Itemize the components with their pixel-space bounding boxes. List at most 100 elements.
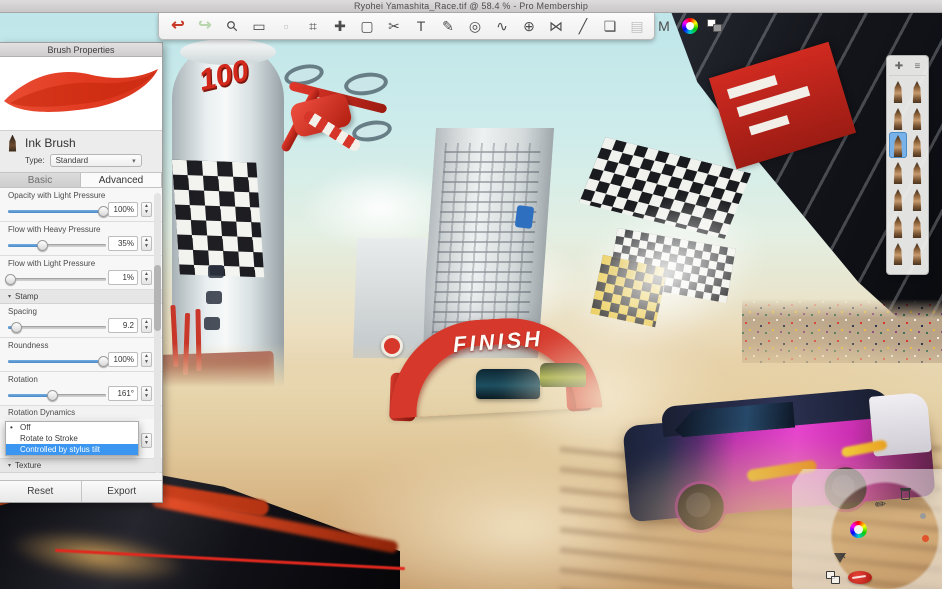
stepper[interactable]: ▲ ▼ bbox=[141, 270, 152, 285]
copic-logo[interactable] bbox=[848, 571, 872, 584]
reset-button[interactable]: Reset bbox=[0, 481, 82, 502]
brush-properties-panel: Brush Properties Ink Brush Type: Standar… bbox=[0, 42, 163, 503]
painting-shape bbox=[381, 335, 403, 357]
brush-thumbnail[interactable] bbox=[908, 159, 926, 185]
current-option-marker: • bbox=[10, 423, 13, 432]
brush-tip-image bbox=[893, 189, 903, 211]
brush-thumbnail[interactable] bbox=[908, 186, 926, 212]
tab-advanced[interactable]: Advanced bbox=[81, 173, 162, 187]
export-button[interactable]: Export bbox=[82, 481, 163, 502]
brush-tip-image bbox=[912, 243, 922, 265]
brush-tip-image bbox=[893, 162, 903, 184]
slider-row: Flow with Light Pressure 1% ▲ ▼ bbox=[0, 256, 162, 290]
opacity-light-pressure-slider[interactable] bbox=[8, 206, 110, 217]
brush-thumbnail[interactable] bbox=[889, 240, 907, 266]
undo-icon[interactable]: ↩ bbox=[169, 18, 187, 34]
ellipse-guide-icon[interactable]: ◎ bbox=[466, 19, 484, 33]
brush-tip-image bbox=[893, 108, 903, 130]
brushes-icon[interactable]: M bbox=[655, 19, 673, 33]
transform-icon[interactable]: ▫ bbox=[277, 19, 295, 33]
painting-shape bbox=[208, 265, 224, 278]
brush-tip-image bbox=[912, 135, 922, 157]
window-title: Ryohei Yamashita_Race.tif @ 58.4 % - Pro… bbox=[353, 1, 589, 11]
value-box[interactable]: 100% bbox=[108, 352, 138, 367]
brush-thumbnail[interactable] bbox=[889, 78, 907, 104]
section-texture[interactable]: ▾ Texture bbox=[0, 459, 162, 473]
dropdown-option-controlled-by-stylus-tilt[interactable]: Controlled by stylus tilt bbox=[6, 444, 138, 455]
brush-thumbnail[interactable] bbox=[889, 132, 907, 158]
stepper[interactable]: ▲ ▼ bbox=[141, 433, 152, 448]
value-box[interactable]: 161° bbox=[108, 386, 138, 401]
stepper[interactable]: ▲ ▼ bbox=[141, 386, 152, 401]
distort-icon[interactable]: ⊕ bbox=[520, 19, 538, 33]
painting-shape bbox=[171, 159, 265, 278]
brush-thumbnail[interactable] bbox=[889, 159, 907, 185]
text-icon[interactable]: T bbox=[412, 19, 430, 33]
layers-icon[interactable] bbox=[707, 19, 723, 33]
brush-thumbnail[interactable] bbox=[908, 78, 926, 104]
perspective-icon[interactable]: ❏ bbox=[601, 19, 619, 33]
move-icon[interactable]: ✚ bbox=[331, 19, 349, 33]
brush-tip-image bbox=[893, 135, 903, 157]
flow-light-pressure-slider[interactable] bbox=[4, 274, 106, 285]
pencil-icon[interactable]: ✎ bbox=[439, 19, 457, 33]
dropdown-option-off[interactable]: • Off bbox=[6, 422, 138, 433]
panel-title[interactable]: Brush Properties bbox=[0, 43, 162, 57]
brush-type-select[interactable]: Standard ▾ bbox=[49, 154, 142, 167]
brush-menu-icon[interactable]: ≡ bbox=[914, 61, 920, 72]
brush-thumbnail[interactable] bbox=[908, 132, 926, 158]
curve-icon[interactable]: ∿ bbox=[493, 19, 511, 33]
brush-thumbnail[interactable] bbox=[889, 213, 907, 239]
trash-icon[interactable] bbox=[900, 487, 911, 500]
layers-icon[interactable] bbox=[826, 571, 841, 585]
painting-shape bbox=[431, 143, 541, 343]
collapse-icon: ▾ bbox=[8, 294, 12, 300]
value-box[interactable]: 100% bbox=[108, 202, 138, 217]
brush-tip-image bbox=[912, 81, 922, 103]
brush-thumbnail[interactable] bbox=[889, 105, 907, 131]
brush-stroke-preview bbox=[0, 57, 162, 131]
app-window: 100 FINISH Ryohei Yamashita_Race.tif @ 5… bbox=[0, 0, 942, 589]
stepper[interactable]: ▲ ▼ bbox=[141, 318, 152, 333]
value-box[interactable]: 35% bbox=[108, 236, 138, 251]
line-icon[interactable]: ╱ bbox=[574, 19, 592, 33]
section-stamp[interactable]: ▾ Stamp bbox=[0, 290, 162, 304]
roundness-slider[interactable] bbox=[8, 356, 110, 367]
marquee-select-icon[interactable]: ▭ bbox=[250, 19, 268, 33]
brush-palette: ✚ ≡ bbox=[886, 55, 929, 275]
cut-icon[interactable]: ✂ bbox=[385, 19, 403, 33]
crop-icon[interactable]: ⌗ bbox=[304, 19, 322, 33]
rotation-slider[interactable] bbox=[8, 390, 106, 401]
tab-basic[interactable]: Basic bbox=[0, 173, 81, 187]
color-wheel-icon[interactable] bbox=[682, 18, 698, 34]
zoom-icon[interactable]: ⚲ bbox=[221, 15, 244, 38]
brush-grid bbox=[889, 78, 926, 266]
brush-thumbnail[interactable] bbox=[908, 240, 926, 266]
spacing-slider[interactable] bbox=[8, 322, 106, 333]
redo-icon[interactable]: ↪ bbox=[196, 18, 214, 34]
pattern-icon[interactable]: ▤ bbox=[628, 19, 646, 33]
symmetry-icon[interactable]: ⋈ bbox=[547, 19, 565, 33]
new-brush-icon[interactable]: ✚ bbox=[895, 61, 903, 72]
slider-row: Flow with Heavy Pressure 35% ▲ ▼ bbox=[0, 222, 162, 256]
stepper[interactable]: ▲ ▼ bbox=[141, 352, 152, 367]
titlebar: Ryohei Yamashita_Race.tif @ 58.4 % - Pro… bbox=[0, 0, 942, 13]
chevron-down-icon: ▾ bbox=[132, 157, 136, 165]
color-wheel-icon[interactable] bbox=[850, 521, 867, 538]
stepper[interactable]: ▲ ▼ bbox=[141, 236, 152, 251]
panel-scrollbar[interactable] bbox=[154, 193, 161, 473]
brush-tip-image bbox=[912, 189, 922, 211]
brush-thumbnail[interactable] bbox=[908, 213, 926, 239]
flow-heavy-pressure-slider[interactable] bbox=[8, 240, 106, 251]
stepper[interactable]: ▲ ▼ bbox=[141, 202, 152, 217]
dropdown-option-rotate-to-stroke[interactable]: Rotate to Stroke bbox=[6, 433, 138, 444]
value-box[interactable]: 1% bbox=[108, 270, 138, 285]
value-box[interactable]: 9.2 bbox=[108, 318, 138, 333]
brush-thumbnail[interactable] bbox=[889, 186, 907, 212]
scrollbar-thumb[interactable] bbox=[154, 265, 161, 331]
steady-stroke-icon[interactable]: ✕ bbox=[834, 551, 848, 565]
shape-select-icon[interactable]: ▢ bbox=[358, 19, 376, 33]
painting-shape bbox=[342, 70, 390, 98]
brush-thumbnail[interactable] bbox=[908, 105, 926, 131]
gray-dot-indicator bbox=[920, 513, 926, 519]
